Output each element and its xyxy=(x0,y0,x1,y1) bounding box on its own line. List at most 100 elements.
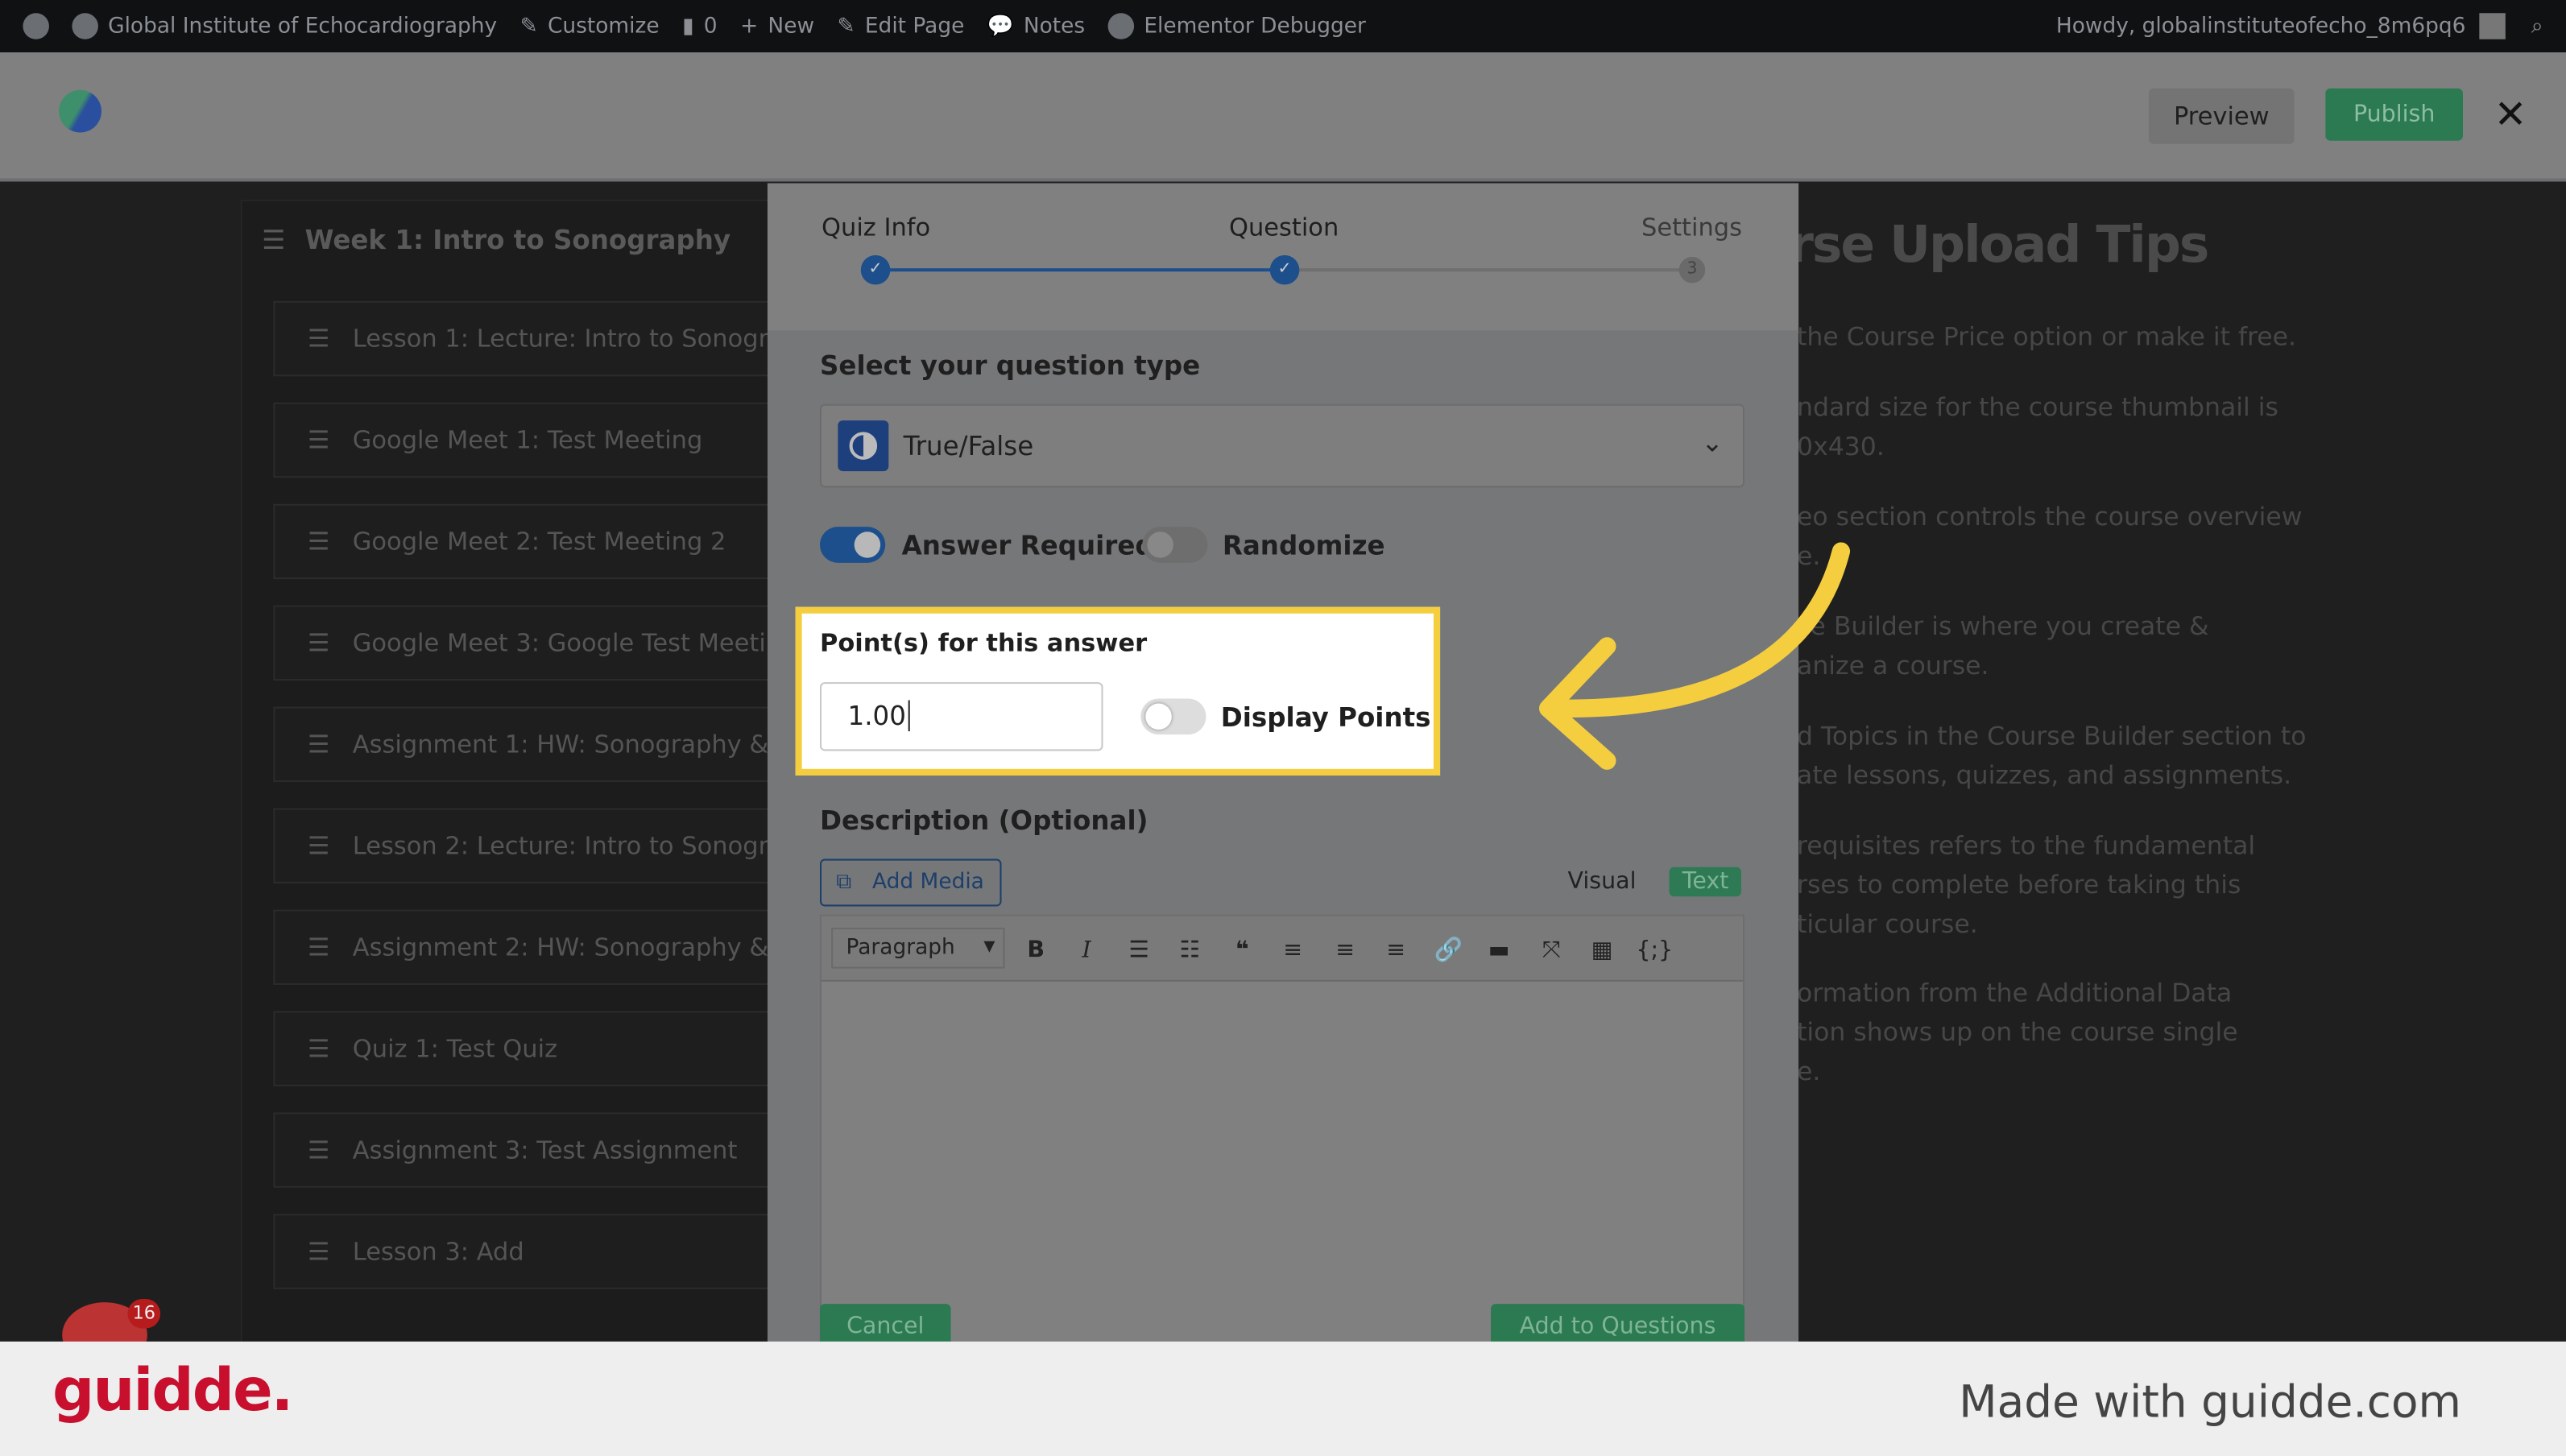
tip-text: ticular course. xyxy=(1797,909,1978,940)
brush-icon: ✎ xyxy=(519,14,538,39)
align-left-icon[interactable]: ≡ xyxy=(1272,937,1314,964)
edit-page-link[interactable]: ✎ Edit Page xyxy=(838,14,965,38)
drag-handle-icon[interactable]: ☰ xyxy=(308,730,329,759)
add-media-button[interactable]: ⧉ Add Media xyxy=(819,858,1002,907)
new-label: New xyxy=(768,14,815,39)
tip-text: d Topics in the Course Builder section t… xyxy=(1797,721,2307,751)
toolbar-toggle-icon[interactable]: ▦ xyxy=(1581,937,1624,964)
lesson-item[interactable]: ☰ Google Meet 2: Test Meeting 2 xyxy=(273,503,797,580)
display-points-toggle[interactable] xyxy=(1140,698,1206,735)
drag-handle-icon[interactable]: ☰ xyxy=(308,1034,329,1064)
lesson-title: Assignment 2: HW: Sonography & Physics xyxy=(352,932,796,962)
bullet-list-icon[interactable]: ☰ xyxy=(1118,937,1161,964)
tip-text: anize a course. xyxy=(1797,651,1989,681)
avatar[interactable] xyxy=(2478,13,2506,39)
topic-week-1[interactable]: ☰ Week 1: Intro to Sonography xyxy=(262,224,730,255)
notes-link[interactable]: 💬 Notes xyxy=(987,14,1085,38)
lesson-item[interactable]: ☰ Lesson 2: Lecture: Intro to Sonography xyxy=(273,808,797,884)
comment-icon: ▮ xyxy=(682,14,694,39)
lesson-item[interactable]: ☰ Quiz 1: Test Quiz xyxy=(273,1011,797,1086)
drag-handle-icon[interactable]: ☰ xyxy=(308,1135,329,1165)
comments-link[interactable]: ▮ 0 xyxy=(682,14,718,38)
check-icon: ✓ xyxy=(860,254,891,285)
step-settings[interactable]: Settings xyxy=(1641,213,1742,242)
lesson-item[interactable]: ☰ Assignment 3: Test Assignment xyxy=(273,1112,797,1188)
lesson-item[interactable]: ☰ Assignment 2: HW: Sonography & Physics xyxy=(273,909,797,985)
chevron-down-icon: ⌄ xyxy=(1701,427,1724,458)
tip-text: ormation from the Additional Data xyxy=(1797,978,2233,1008)
upload-tips-panel: rse Upload Tips the Course Price option … xyxy=(1789,183,2566,1345)
align-right-icon[interactable]: ≡ xyxy=(1375,937,1418,964)
tip-text: eo section controls the course overview xyxy=(1797,502,2303,532)
tip-text: 0x430. xyxy=(1797,432,1885,461)
search-icon[interactable]: ⌕ xyxy=(2531,14,2543,38)
drag-handle-icon[interactable]: ☰ xyxy=(308,527,329,556)
site-name: Global Institute of Echocardiography xyxy=(108,14,498,39)
wordpress-logo-icon[interactable] xyxy=(23,13,49,39)
editor[interactable] xyxy=(819,914,1745,1345)
points-value: 1.00 xyxy=(847,700,906,732)
points-label: Point(s) for this answer xyxy=(819,628,1148,658)
numbered-list-icon[interactable]: ☷ xyxy=(1169,937,1211,964)
pointer-arrow xyxy=(1539,542,1851,770)
fullscreen-icon[interactable]: ⤧ xyxy=(1530,937,1573,964)
drag-handle-icon[interactable]: ☰ xyxy=(262,224,285,255)
howdy-user[interactable]: Howdy, globalinstituteofecho_8m6pq6 xyxy=(2056,14,2466,38)
tip-text: ate lessons, quizzes, and assignments. xyxy=(1797,760,2292,791)
lesson-title: Assignment 1: HW: Sonography & Physics xyxy=(352,730,796,759)
check-icon: ✓ xyxy=(1269,254,1300,285)
drag-handle-icon[interactable]: ☰ xyxy=(308,425,329,455)
tip-text: ndard size for the course thumbnail is xyxy=(1797,392,2278,423)
pencil-icon: ✎ xyxy=(837,14,855,39)
elementor-debugger-link[interactable]: Elementor Debugger xyxy=(1107,13,1366,39)
drag-handle-icon[interactable]: ☰ xyxy=(308,933,329,962)
blockquote-icon[interactable]: ❝ xyxy=(1221,937,1264,964)
italic-icon[interactable]: I xyxy=(1066,937,1108,964)
debugger-label: Elementor Debugger xyxy=(1144,14,1366,39)
read-more-icon[interactable]: ▬ xyxy=(1478,937,1521,964)
tip-text: requisites refers to the fundamental xyxy=(1797,831,2256,861)
visual-tab[interactable]: Visual xyxy=(1568,869,1637,896)
shortcode-icon[interactable]: {;} xyxy=(1633,937,1676,964)
randomize-toggle[interactable] xyxy=(1142,527,1208,563)
text-tab[interactable]: Text xyxy=(1669,867,1742,897)
lesson-item[interactable]: ☰ Google Meet 1: Test Meeting xyxy=(273,402,797,478)
lesson-item[interactable]: ☰ Lesson 1: Lecture: Intro to Sonography xyxy=(273,300,797,377)
site-logo xyxy=(59,89,101,133)
align-center-icon[interactable]: ≡ xyxy=(1324,937,1367,964)
info-icon xyxy=(1107,13,1135,39)
dashboard-icon xyxy=(72,13,98,39)
publish-button[interactable]: Publish xyxy=(2325,88,2464,141)
tip-text: e. xyxy=(1797,1057,1821,1086)
points-highlight: Point(s) for this answer 1.00 Display Po… xyxy=(795,606,1441,776)
site-name-link[interactable]: Global Institute of Echocardiography xyxy=(72,13,497,39)
lesson-title: Google Meet 2: Test Meeting 2 xyxy=(352,527,726,556)
drag-handle-icon[interactable]: ☰ xyxy=(308,324,329,354)
points-input[interactable]: 1.00 xyxy=(819,682,1103,751)
admin-bar: Global Institute of Echocardiography ✎ Cu… xyxy=(0,0,2566,53)
drag-handle-icon[interactable]: ☰ xyxy=(308,1237,329,1267)
close-icon[interactable]: ✕ xyxy=(2494,92,2527,138)
lesson-item[interactable]: ☰ Lesson 3: Add xyxy=(273,1214,797,1289)
drag-handle-icon[interactable]: ☰ xyxy=(308,831,329,861)
step-quiz-info[interactable]: Quiz Info xyxy=(822,213,930,242)
step-question[interactable]: Question xyxy=(1229,213,1339,242)
add-media-label: Add Media xyxy=(872,870,984,896)
lesson-title: Lesson 3: Add xyxy=(352,1236,524,1267)
notification-badge: 16 xyxy=(127,1299,161,1329)
new-link[interactable]: + New xyxy=(740,14,814,38)
description-label: Description (Optional) xyxy=(819,805,1148,837)
question-type-select[interactable]: True/False ⌄ xyxy=(819,403,1745,488)
lesson-item[interactable]: ☰ Google Meet 3: Google Test Meeting xyxy=(273,605,797,681)
chat-icon: 💬 xyxy=(987,14,1014,39)
bold-icon[interactable]: B xyxy=(1015,937,1057,964)
customize-link[interactable]: ✎ Customize xyxy=(520,14,660,38)
preview-button[interactable]: Preview xyxy=(2148,88,2295,144)
lesson-title: Lesson 2: Lecture: Intro to Sonography xyxy=(352,831,797,861)
lesson-item[interactable]: ☰ Assignment 1: HW: Sonography & Physics xyxy=(273,706,797,783)
answer-required-toggle[interactable] xyxy=(819,527,886,563)
link-icon[interactable]: 🔗 xyxy=(1427,937,1470,964)
step-3-number: 3 xyxy=(1678,256,1706,283)
drag-handle-icon[interactable]: ☰ xyxy=(308,628,329,658)
format-select[interactable]: Paragraph ▼ xyxy=(831,927,1005,969)
